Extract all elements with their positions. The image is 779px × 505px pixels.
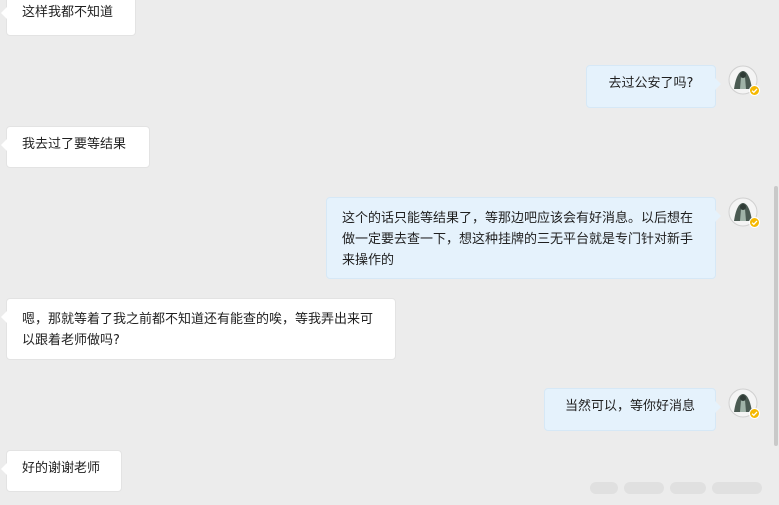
message-text: 嗯，那就等着了我之前都不知道还有能查的唉，等我弄出来可以跟着老师做吗? [22, 312, 374, 348]
message-text: 去过公安了吗? [608, 76, 694, 91]
chat-window: 这样我都不知道 去过公安了吗? 我去过了要等结果 这个的话只能等结果了，等那边吧… [0, 0, 779, 505]
message-bubble-outgoing[interactable]: 这个的话只能等结果了，等那边吧应该会有好消息。以后想在做一定要去查一下，想这种挂… [326, 197, 721, 279]
message-text: 当然可以，等你好消息 [564, 399, 695, 414]
watermark [590, 480, 765, 496]
message-text: 我去过了要等结果 [22, 137, 127, 152]
avatar[interactable] [728, 388, 760, 419]
avatar[interactable] [728, 197, 760, 228]
verified-badge-icon [749, 408, 760, 419]
message-text: 这样我都不知道 [22, 5, 114, 20]
message-bubble-incoming[interactable]: 好的谢谢老师 [1, 450, 122, 492]
message-bubble-outgoing[interactable]: 去过公安了吗? [586, 65, 721, 108]
message-bubble-outgoing[interactable]: 当然可以，等你好消息 [544, 388, 721, 431]
message-text: 这个的话只能等结果了，等那边吧应该会有好消息。以后想在做一定要去查一下，想这种挂… [342, 211, 694, 268]
message-bubble-incoming[interactable]: 嗯，那就等着了我之前都不知道还有能查的唉，等我弄出来可以跟着老师做吗? [1, 298, 396, 360]
avatar[interactable] [728, 65, 760, 96]
verified-badge-icon [749, 85, 760, 96]
message-bubble-incoming[interactable]: 我去过了要等结果 [1, 126, 150, 168]
verified-badge-icon [749, 217, 760, 228]
message-text: 好的谢谢老师 [22, 461, 101, 476]
message-bubble-incoming[interactable]: 这样我都不知道 [1, 0, 136, 36]
scrollbar[interactable] [774, 186, 778, 446]
